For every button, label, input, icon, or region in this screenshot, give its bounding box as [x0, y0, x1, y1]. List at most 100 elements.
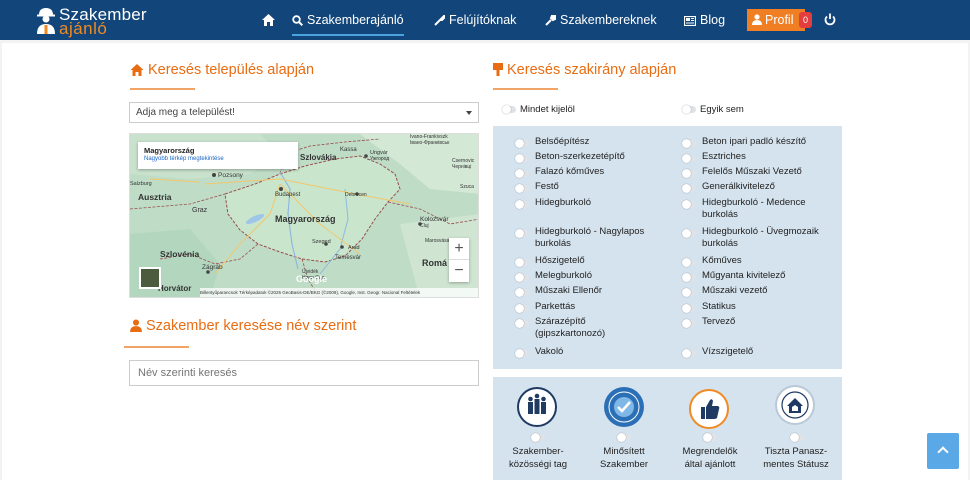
select-none-toggle[interactable]: [682, 105, 696, 114]
map-type-toggle[interactable]: [139, 267, 161, 289]
nav-blog[interactable]: Blog: [683, 0, 726, 40]
map-label: Szeged: [312, 239, 331, 245]
nav-home[interactable]: [262, 0, 279, 40]
certificate-filters: Szakember-közösségi tag Minősített Szakem…: [493, 377, 842, 480]
specialty-toggle[interactable]: [515, 229, 529, 238]
settlement-select[interactable]: Adja meg a települést!: [129, 102, 479, 123]
specialty-toggle[interactable]: [682, 139, 696, 148]
map-label: Szuca: [460, 184, 474, 190]
power-icon[interactable]: [824, 13, 836, 26]
select-all-toggle[interactable]: [502, 105, 516, 114]
specialty-item: Műszaki vezető: [702, 285, 768, 296]
zoom-out-button[interactable]: −: [449, 260, 469, 282]
name-search-title: Szakember keresése név szerint: [130, 318, 356, 334]
specialty-toggle[interactable]: [682, 288, 696, 297]
specialty-toggle[interactable]: [515, 154, 529, 163]
map-infobox: Magyarország Nagyobb térkép megtekintése: [138, 142, 298, 169]
house-shield-icon: [775, 385, 815, 425]
specialty-item: Beton-szerkezetépítő: [535, 151, 625, 162]
map-label: Kolozsvár: [420, 216, 449, 223]
specialty-toggle[interactable]: [515, 258, 529, 267]
wrench-icon: [545, 12, 559, 26]
certified-icon: [604, 387, 644, 427]
home-icon: [262, 14, 275, 26]
specialty-toggle[interactable]: [515, 200, 529, 209]
newspaper-icon: [683, 15, 697, 27]
map-label: Szlovákia: [300, 153, 337, 162]
map-label: Zágráb: [202, 264, 223, 271]
nav-felujitoknak-label: Felújítóknak: [449, 13, 517, 27]
specialty-toggle[interactable]: [682, 154, 696, 163]
home-icon: [130, 64, 144, 76]
specialty-toggle[interactable]: [515, 288, 529, 297]
location-search-title: Keresés település alapján: [130, 62, 314, 78]
map-label: Debrecen: [345, 192, 367, 198]
specialty-toggle[interactable]: [682, 229, 696, 238]
specialty-toggle[interactable]: [515, 184, 529, 193]
profile-label: Profil: [765, 13, 794, 27]
specialty-item: Hidegburkoló - Üvegmozaik burkolás: [702, 226, 819, 249]
map-label: Graz: [192, 207, 208, 214]
certificate-toggle[interactable]: [617, 433, 631, 442]
map-label: Horvátor: [158, 284, 192, 293]
certificate-label: Szakember-közösségi tag: [508, 446, 568, 470]
nav-felujitoknak[interactable]: Felújítóknak: [434, 0, 516, 40]
specialty-toggle[interactable]: [515, 319, 529, 328]
certificate-toggle[interactable]: [703, 433, 717, 442]
specialty-toggle[interactable]: [682, 304, 696, 313]
specialty-item: Műszaki Ellenőr: [535, 285, 603, 296]
nav-szakemberajanlo[interactable]: Szakemberajánló: [292, 2, 404, 36]
map-label: Magyarország: [275, 214, 336, 224]
top-navbar: Szakember ajánló Szakemberajánló Felújít…: [0, 0, 970, 40]
specialty-toggle[interactable]: [515, 169, 529, 178]
location-search-title-text: Keresés település alapján: [148, 62, 315, 78]
specialty-item: Vízszigetelő: [702, 346, 754, 357]
settlement-select-value: Adja meg a települést!: [136, 107, 235, 118]
specialty-item: Kőműves: [702, 255, 742, 266]
larger-map-link[interactable]: Nagyobb térkép megtekintése: [144, 155, 292, 164]
specialty-toggle[interactable]: [682, 349, 696, 358]
map-label: Ausztria: [138, 192, 172, 202]
specialty-toggle[interactable]: [682, 273, 696, 282]
specialty-toggle[interactable]: [515, 139, 529, 148]
wrench-icon: [434, 13, 445, 26]
select-all-label: Mindet kijelöl: [520, 104, 575, 115]
map-label: Cluj: [420, 223, 429, 229]
specialty-item: Beton ipari padló készítő: [702, 136, 807, 147]
profile-button[interactable]: Profil: [747, 9, 805, 31]
specialty-item: Hidegburkoló - Nagylapos burkolás: [535, 226, 645, 249]
brand-logo[interactable]: Szakember ajánló: [34, 6, 154, 37]
nav-szakembereknek-label: Szakembereknek: [560, 13, 657, 27]
specialty-toggle[interactable]: [515, 349, 529, 358]
scroll-to-top-button[interactable]: [927, 433, 959, 469]
nav-szakembereknek[interactable]: Szakembereknek: [545, 0, 657, 40]
specialty-item: Generálkivitelező: [702, 181, 775, 192]
nav-blog-label: Blog: [700, 13, 726, 27]
specialty-toggle[interactable]: [682, 169, 696, 178]
title-underline: [493, 88, 558, 90]
specialty-toggle[interactable]: [682, 319, 696, 328]
specialty-toggle[interactable]: [682, 258, 696, 267]
specialty-toggle[interactable]: [515, 304, 529, 313]
zoom-in-button[interactable]: +: [449, 238, 469, 260]
specialty-item: Felelős Műszaki Vezető: [702, 166, 802, 177]
map-attribution[interactable]: Billentyűparancsok Térképadatok ©2025 Ge…: [200, 288, 478, 297]
specialty-toggle[interactable]: [682, 200, 696, 209]
map-label: Pozsony: [218, 172, 243, 179]
notification-badge[interactable]: 0: [799, 12, 812, 28]
certificate-toggle[interactable]: [790, 433, 804, 442]
map[interactable]: Ivano-Frankivszk Івано-Франківськ Szlová…: [129, 133, 479, 298]
certificate-toggle[interactable]: [531, 433, 545, 442]
specialty-toggle[interactable]: [682, 184, 696, 193]
specialty-item: Belsőépítész: [535, 136, 590, 147]
map-label: Temesvár: [335, 255, 362, 261]
title-underline: [124, 346, 189, 348]
map-label: Romá: [422, 258, 448, 268]
specialty-item: Műgyanta kivitelező: [702, 270, 786, 281]
user-icon: [130, 319, 142, 332]
specialty-item: Melegburkoló: [535, 270, 593, 281]
name-search-input[interactable]: [129, 360, 479, 386]
specialty-toggle[interactable]: [515, 273, 529, 282]
specialty-item: Szárazépítő (gipszkartonozó): [535, 316, 606, 339]
map-infobox-title: Magyarország: [144, 146, 195, 155]
